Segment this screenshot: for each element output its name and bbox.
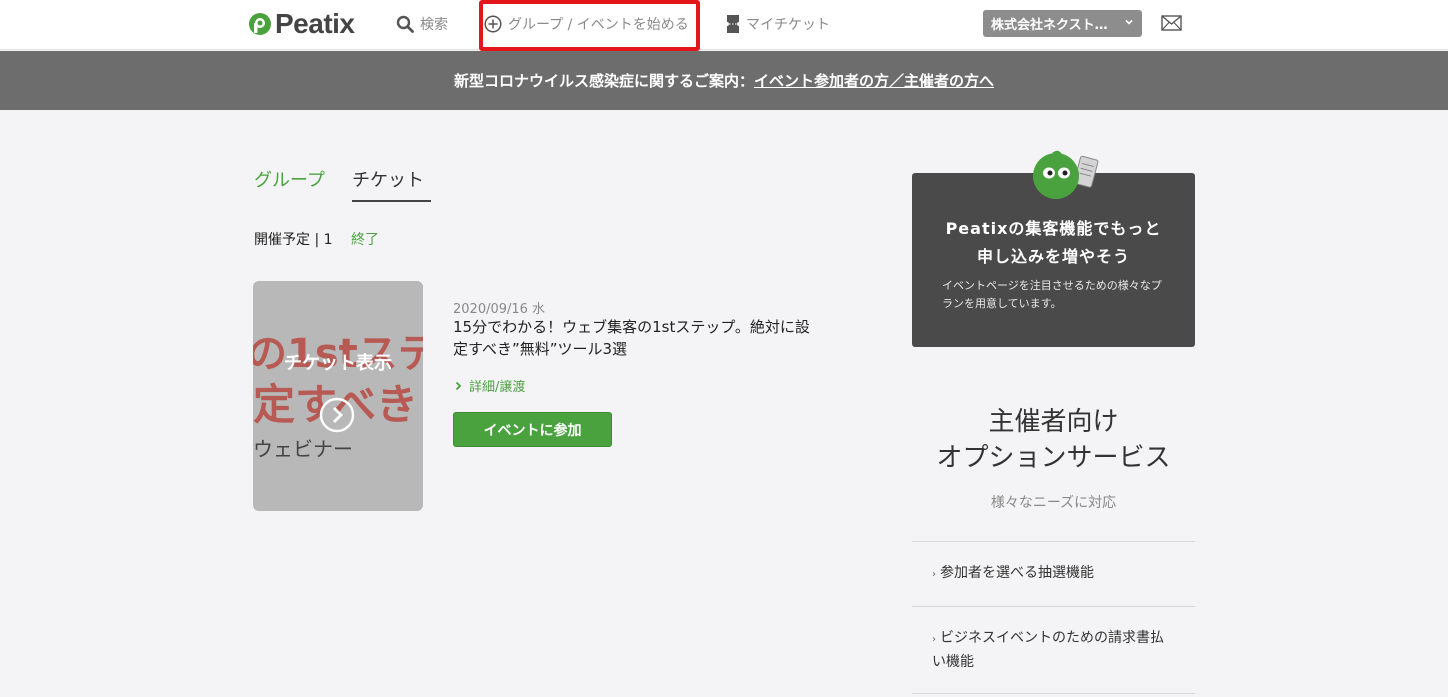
options-list: › 参加者を選べる抽選機能 › ビジネスイベントのための請求書払い機能 (912, 541, 1195, 694)
organization-select-value: 株式会社ネクスト… (991, 18, 1108, 33)
notice-text: 新型コロナウイルス感染症に関するご案内： (453, 72, 754, 90)
nav-my-ticket[interactable]: マイチケット (726, 12, 830, 36)
option-item-label: 参加者を選べる抽選機能 (940, 565, 1094, 581)
nav-start-group-event[interactable]: グループ / イベントを始める (484, 12, 689, 36)
join-event-button[interactable]: イベントに参加 (453, 412, 612, 447)
nav-start-label: グループ / イベントを始める (508, 17, 689, 33)
ticket-icon (727, 15, 739, 33)
event-thumbnail[interactable]: の1stステップ 定すべき ウェビナー チケット表示 (253, 281, 423, 511)
event-detail-link[interactable]: 詳細/譲渡 (455, 376, 525, 395)
nav-my-ticket-label: マイチケット (746, 17, 830, 33)
options-title-line2: オプションサービス (936, 443, 1171, 473)
peatix-logo[interactable]: Peatix (248, 8, 355, 40)
peatix-mascot-icon (1033, 150, 1099, 199)
chevron-right-icon (455, 381, 462, 390)
top-header: Peatix 検索 グループ / イベントを始める マイチケット 株式会社ネクス… (0, 0, 1448, 51)
event-date: 2020/09/16 水 (453, 302, 546, 317)
thumb-text-line3: ウェビナー (253, 437, 353, 461)
promo-title: Peatixの集客機能でもっと 申し込みを増やそう (912, 215, 1195, 271)
nav-search[interactable]: 検索 (396, 12, 448, 36)
organization-select[interactable]: 株式会社ネクスト… (983, 10, 1142, 37)
show-ticket-label: チケット表示 (284, 353, 392, 374)
tab-group[interactable]: グループ (254, 166, 325, 202)
plus-circle-icon (484, 15, 502, 33)
option-item-invoice[interactable]: › ビジネスイベントのための請求書払い機能 (912, 607, 1195, 694)
option-item-label: ビジネスイベントのための請求書払い機能 (932, 630, 1164, 670)
event-detail-label: 詳細/譲渡 (469, 380, 526, 395)
options-subtitle: 様々なニーズに対応 (990, 495, 1117, 511)
bullet-arrow-icon: › (932, 634, 936, 645)
mail-icon[interactable] (1161, 15, 1182, 31)
subtab-upcoming[interactable]: 開催予定 | 1 (254, 229, 333, 249)
event-title[interactable]: 15分でわかる！ウェブ集客の1stステップ。絶対に設定すべき”無料”ツール3選 (453, 316, 823, 360)
notice-link[interactable]: イベント参加者の方／主催者の方へ (754, 70, 994, 91)
tab-ticket[interactable]: チケット (352, 166, 431, 202)
nav-search-label: 検索 (420, 17, 448, 33)
search-icon (396, 15, 414, 33)
peatix-logo-icon (249, 13, 271, 35)
covid-notice-bar: 新型コロナウイルス感染症に関するご案内： イベント参加者の方／主催者の方へ (0, 51, 1448, 110)
option-item-lottery[interactable]: › 参加者を選べる抽選機能 (912, 542, 1195, 607)
promo-title-line1: Peatixの集客機能でもっと (945, 219, 1162, 238)
subtab-ended[interactable]: 終了 (351, 229, 379, 249)
logo-text: Peatix (275, 8, 355, 39)
bullet-arrow-icon: › (932, 569, 936, 580)
options-title-line1: 主催者向け (988, 407, 1119, 437)
chevron-right-circle-icon (319, 397, 355, 433)
chevron-down-icon (1125, 19, 1133, 25)
promo-description: イベントページを注目させるための様々なプランを用意しています。 (942, 279, 1162, 310)
promo-title-line2: 申し込みを増やそう (976, 247, 1130, 266)
options-title: 主催者向け オプションサービス (912, 404, 1195, 476)
